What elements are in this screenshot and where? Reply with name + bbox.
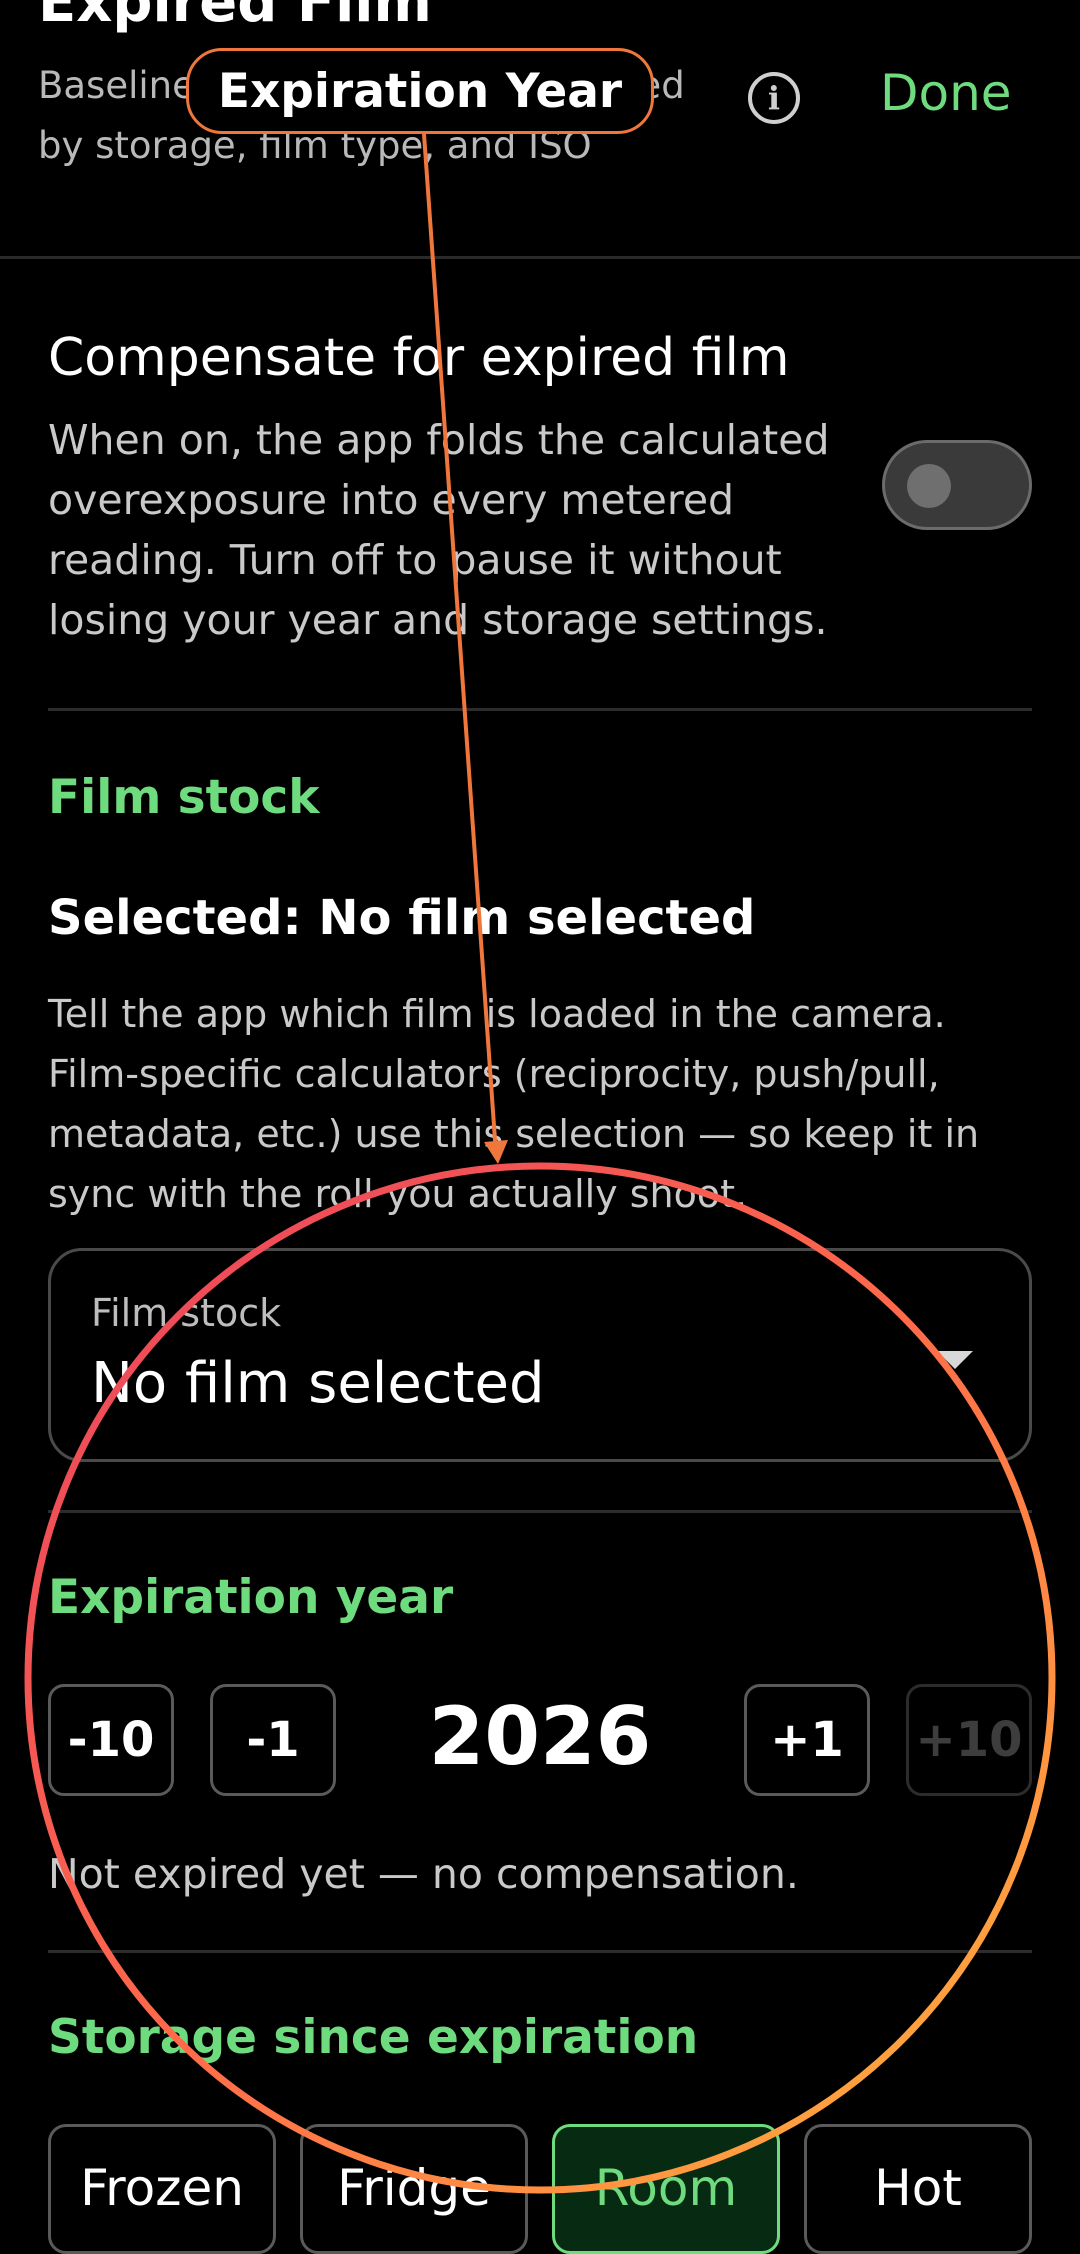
annotation-callout: Expiration Year <box>186 48 654 134</box>
annotation-overlay <box>24 133 1056 2194</box>
callout-arrow <box>422 133 498 1155</box>
arrow-head-icon <box>484 1140 508 1164</box>
highlight-ring <box>24 1162 1056 2194</box>
